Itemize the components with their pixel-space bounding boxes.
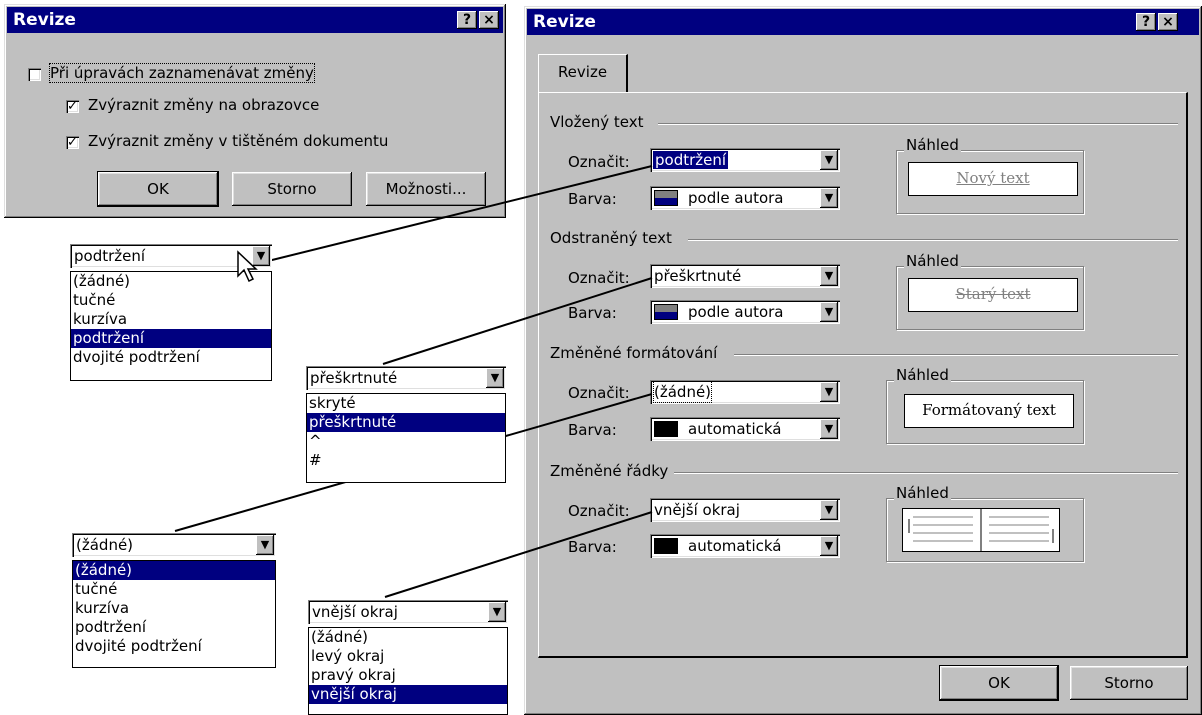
list-item[interactable]: tučné <box>73 580 275 599</box>
list-item-selected[interactable]: vnější okraj <box>309 685 507 704</box>
border-callout-list: (žádné) levý okraj pravý okraj vnější ok… <box>308 627 508 715</box>
border-callout-value: vnější okraj <box>312 603 398 621</box>
underline-callout-value: podtržení <box>74 247 146 265</box>
underline-callout-list: (žádné) tučné kurzíva podtržení dvojité … <box>70 271 272 381</box>
none-callout-value: (žádné) <box>76 536 134 554</box>
list-item-selected[interactable]: (žádné) <box>73 561 275 580</box>
list-item[interactable]: tučné <box>71 291 271 310</box>
chevron-down-icon[interactable]: ▼ <box>488 602 506 622</box>
list-item[interactable]: pravý okraj <box>309 666 507 685</box>
none-callout-list: (žádné) tučné kurzíva podtržení dvojité … <box>72 560 276 668</box>
list-item[interactable]: kurzíva <box>71 310 271 329</box>
strike-callout-select[interactable]: přeškrtnuté ▼ <box>306 366 506 390</box>
list-item[interactable]: skryté <box>307 394 505 413</box>
list-item-selected[interactable]: přeškrtnuté <box>307 413 505 432</box>
list-item[interactable]: kurzíva <box>73 599 275 618</box>
list-item-selected[interactable]: podtržení <box>71 329 271 348</box>
mouse-pointer-icon <box>237 250 258 283</box>
strike-callout-value: přeškrtnuté <box>310 369 398 387</box>
list-item[interactable]: (žádné) <box>309 628 507 647</box>
list-item[interactable]: levý okraj <box>309 647 507 666</box>
chevron-down-icon[interactable]: ▼ <box>486 368 504 388</box>
list-item[interactable]: dvojité podtržení <box>71 348 271 367</box>
chevron-down-icon[interactable]: ▼ <box>256 535 274 555</box>
border-callout-select[interactable]: vnější okraj ▼ <box>308 600 508 624</box>
none-callout-select[interactable]: (žádné) ▼ <box>72 533 276 557</box>
list-item[interactable]: # <box>307 451 505 470</box>
strike-callout-list: skryté přeškrtnuté ^ # <box>306 393 506 483</box>
list-item[interactable]: podtržení <box>73 618 275 637</box>
list-item[interactable]: dvojité podtržení <box>73 637 275 656</box>
list-item[interactable]: ^ <box>307 432 505 451</box>
